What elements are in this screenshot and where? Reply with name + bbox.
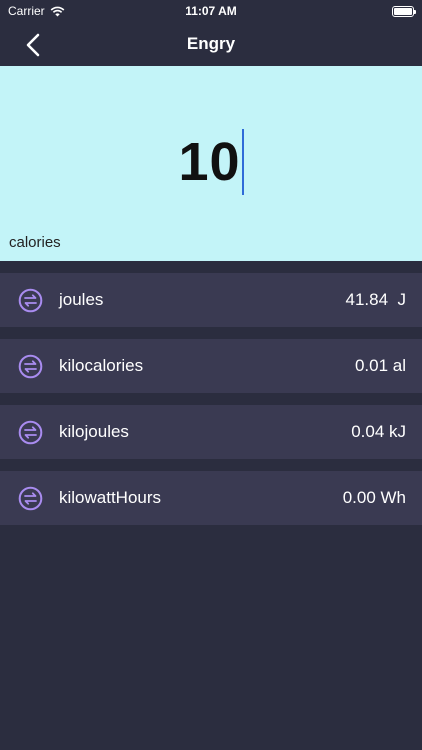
unit-value: 0.04 kJ	[351, 422, 406, 441]
unit-name: joules	[59, 290, 104, 309]
unit-name: kilowattHours	[59, 488, 162, 507]
battery-level	[394, 7, 412, 15]
result-row-joules[interactable]: joules 41.84 J	[0, 273, 422, 327]
results-list: joules 41.84 J kilocalories 0.01 al kilo…	[0, 273, 422, 537]
wifi-icon	[50, 6, 65, 16]
page-title: Engry	[186, 34, 236, 53]
nav-bar: Engry	[0, 22, 422, 66]
input-panel[interactable]: 10 calories	[0, 66, 422, 261]
status-left: Carrier	[8, 4, 65, 18]
status-bar: Carrier 11:07 AM	[0, 0, 422, 22]
source-unit-label[interactable]: calories	[9, 234, 61, 251]
value-input[interactable]: 10	[0, 129, 422, 195]
swap-icon[interactable]	[18, 420, 43, 445]
carrier-label: Carrier	[8, 4, 45, 18]
swap-icon[interactable]	[18, 486, 43, 511]
battery-icon	[392, 5, 416, 17]
value-text: 10	[178, 132, 241, 192]
unit-name: kilocalories	[59, 356, 144, 375]
result-row-kilowatthours[interactable]: kilowattHours 0.00 Wh	[0, 471, 422, 525]
unit-value: 0.00 Wh	[342, 488, 406, 507]
result-row-kilojoules[interactable]: kilojoules 0.04 kJ	[0, 405, 422, 459]
text-caret	[241, 129, 244, 195]
swap-icon[interactable]	[18, 354, 43, 379]
back-button[interactable]	[18, 30, 48, 60]
unit-value: 0.01 al	[354, 356, 406, 375]
unit-name: kilojoules	[59, 422, 129, 441]
swap-icon[interactable]	[18, 288, 43, 313]
chevron-left-icon	[26, 33, 40, 57]
unit-value: 41.84 J	[345, 290, 407, 309]
result-row-kilocalories[interactable]: kilocalories 0.01 al	[0, 339, 422, 393]
